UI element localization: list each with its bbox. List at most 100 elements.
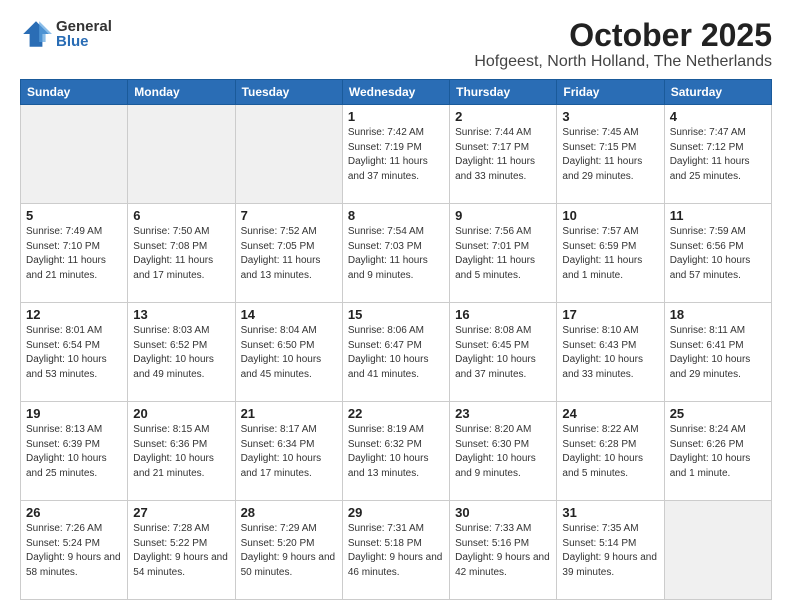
calendar-cell-w5-d5: 30 Sunrise: 7:33 AMSunset: 5:16 PMDaylig…: [450, 501, 557, 600]
day-number: 29: [348, 505, 444, 520]
day-number: 9: [455, 208, 551, 223]
calendar-cell-w2-d4: 8 Sunrise: 7:54 AMSunset: 7:03 PMDayligh…: [342, 204, 449, 303]
day-info: Sunrise: 7:33 AMSunset: 5:16 PMDaylight:…: [455, 523, 550, 578]
day-info: Sunrise: 8:11 AMSunset: 6:41 PMDaylight:…: [670, 325, 751, 380]
day-info: Sunrise: 8:04 AMSunset: 6:50 PMDaylight:…: [241, 325, 322, 380]
day-number: 1: [348, 109, 444, 124]
day-number: 14: [241, 307, 337, 322]
logo-icon: [20, 18, 52, 50]
day-number: 8: [348, 208, 444, 223]
calendar-cell-w4-d7: 25 Sunrise: 8:24 AMSunset: 6:26 PMDaylig…: [664, 402, 771, 501]
day-info: Sunrise: 7:26 AMSunset: 5:24 PMDaylight:…: [26, 523, 121, 578]
calendar-cell-w3-d1: 12 Sunrise: 8:01 AMSunset: 6:54 PMDaylig…: [21, 303, 128, 402]
calendar-cell-w4-d3: 21 Sunrise: 8:17 AMSunset: 6:34 PMDaylig…: [235, 402, 342, 501]
day-info: Sunrise: 7:59 AMSunset: 6:56 PMDaylight:…: [670, 226, 751, 281]
day-number: 16: [455, 307, 551, 322]
day-info: Sunrise: 8:03 AMSunset: 6:52 PMDaylight:…: [133, 325, 214, 380]
calendar-cell-w4-d1: 19 Sunrise: 8:13 AMSunset: 6:39 PMDaylig…: [21, 402, 128, 501]
day-number: 18: [670, 307, 766, 322]
day-number: 13: [133, 307, 229, 322]
page: General Blue October 2025 Hofgeest, Nort…: [0, 0, 792, 612]
day-number: 15: [348, 307, 444, 322]
week-row-2: 5 Sunrise: 7:49 AMSunset: 7:10 PMDayligh…: [21, 204, 772, 303]
title-block: October 2025 Hofgeest, North Holland, Th…: [474, 18, 772, 71]
day-number: 27: [133, 505, 229, 520]
day-info: Sunrise: 7:28 AMSunset: 5:22 PMDaylight:…: [133, 523, 228, 578]
calendar-cell-w1-d3: [235, 105, 342, 204]
logo: General Blue: [20, 18, 112, 50]
day-info: Sunrise: 8:20 AMSunset: 6:30 PMDaylight:…: [455, 424, 536, 479]
day-number: 19: [26, 406, 122, 421]
day-number: 12: [26, 307, 122, 322]
header: General Blue October 2025 Hofgeest, Nort…: [20, 18, 772, 71]
calendar-cell-w2-d5: 9 Sunrise: 7:56 AMSunset: 7:01 PMDayligh…: [450, 204, 557, 303]
day-info: Sunrise: 8:06 AMSunset: 6:47 PMDaylight:…: [348, 325, 429, 380]
day-number: 26: [26, 505, 122, 520]
day-number: 10: [562, 208, 658, 223]
day-number: 25: [670, 406, 766, 421]
calendar-cell-w3-d7: 18 Sunrise: 8:11 AMSunset: 6:41 PMDaylig…: [664, 303, 771, 402]
header-thursday: Thursday: [450, 80, 557, 105]
day-number: 21: [241, 406, 337, 421]
calendar-cell-w5-d1: 26 Sunrise: 7:26 AMSunset: 5:24 PMDaylig…: [21, 501, 128, 600]
calendar-table: Sunday Monday Tuesday Wednesday Thursday…: [20, 79, 772, 600]
header-saturday: Saturday: [664, 80, 771, 105]
day-number: 31: [562, 505, 658, 520]
day-info: Sunrise: 8:13 AMSunset: 6:39 PMDaylight:…: [26, 424, 107, 479]
header-tuesday: Tuesday: [235, 80, 342, 105]
day-info: Sunrise: 8:22 AMSunset: 6:28 PMDaylight:…: [562, 424, 643, 479]
calendar-cell-w4-d4: 22 Sunrise: 8:19 AMSunset: 6:32 PMDaylig…: [342, 402, 449, 501]
calendar-cell-w1-d7: 4 Sunrise: 7:47 AMSunset: 7:12 PMDayligh…: [664, 105, 771, 204]
day-number: 30: [455, 505, 551, 520]
day-number: 22: [348, 406, 444, 421]
weekday-header-row: Sunday Monday Tuesday Wednesday Thursday…: [21, 80, 772, 105]
calendar-cell-w5-d2: 27 Sunrise: 7:28 AMSunset: 5:22 PMDaylig…: [128, 501, 235, 600]
day-info: Sunrise: 7:50 AMSunset: 7:08 PMDaylight:…: [133, 226, 213, 281]
day-info: Sunrise: 8:24 AMSunset: 6:26 PMDaylight:…: [670, 424, 751, 479]
header-wednesday: Wednesday: [342, 80, 449, 105]
calendar-cell-w4-d6: 24 Sunrise: 8:22 AMSunset: 6:28 PMDaylig…: [557, 402, 664, 501]
calendar-cell-w4-d2: 20 Sunrise: 8:15 AMSunset: 6:36 PMDaylig…: [128, 402, 235, 501]
day-info: Sunrise: 8:17 AMSunset: 6:34 PMDaylight:…: [241, 424, 322, 479]
day-number: 28: [241, 505, 337, 520]
calendar-cell-w1-d2: [128, 105, 235, 204]
calendar-cell-w5-d6: 31 Sunrise: 7:35 AMSunset: 5:14 PMDaylig…: [557, 501, 664, 600]
calendar-cell-w3-d4: 15 Sunrise: 8:06 AMSunset: 6:47 PMDaylig…: [342, 303, 449, 402]
day-info: Sunrise: 7:29 AMSunset: 5:20 PMDaylight:…: [241, 523, 336, 578]
logo-text: General Blue: [56, 19, 112, 49]
day-number: 23: [455, 406, 551, 421]
day-number: 3: [562, 109, 658, 124]
calendar-cell-w5-d4: 29 Sunrise: 7:31 AMSunset: 5:18 PMDaylig…: [342, 501, 449, 600]
calendar-cell-w1-d4: 1 Sunrise: 7:42 AMSunset: 7:19 PMDayligh…: [342, 105, 449, 204]
calendar-cell-w5-d7: [664, 501, 771, 600]
day-info: Sunrise: 7:42 AMSunset: 7:19 PMDaylight:…: [348, 127, 428, 182]
day-number: 11: [670, 208, 766, 223]
day-info: Sunrise: 7:44 AMSunset: 7:17 PMDaylight:…: [455, 127, 535, 182]
day-info: Sunrise: 7:31 AMSunset: 5:18 PMDaylight:…: [348, 523, 443, 578]
day-number: 24: [562, 406, 658, 421]
logo-general-text: General: [56, 19, 112, 34]
calendar-cell-w2-d6: 10 Sunrise: 7:57 AMSunset: 6:59 PMDaylig…: [557, 204, 664, 303]
day-info: Sunrise: 8:15 AMSunset: 6:36 PMDaylight:…: [133, 424, 214, 479]
logo-blue-text: Blue: [56, 34, 112, 49]
day-info: Sunrise: 8:19 AMSunset: 6:32 PMDaylight:…: [348, 424, 429, 479]
calendar-cell-w2-d7: 11 Sunrise: 7:59 AMSunset: 6:56 PMDaylig…: [664, 204, 771, 303]
calendar-title: October 2025: [474, 18, 772, 53]
calendar-cell-w1-d6: 3 Sunrise: 7:45 AMSunset: 7:15 PMDayligh…: [557, 105, 664, 204]
day-info: Sunrise: 7:56 AMSunset: 7:01 PMDaylight:…: [455, 226, 535, 281]
day-number: 2: [455, 109, 551, 124]
day-info: Sunrise: 7:49 AMSunset: 7:10 PMDaylight:…: [26, 226, 106, 281]
calendar-cell-w1-d1: [21, 105, 128, 204]
day-number: 5: [26, 208, 122, 223]
day-number: 6: [133, 208, 229, 223]
calendar-subtitle: Hofgeest, North Holland, The Netherlands: [474, 53, 772, 71]
day-number: 20: [133, 406, 229, 421]
day-info: Sunrise: 7:45 AMSunset: 7:15 PMDaylight:…: [562, 127, 642, 182]
day-info: Sunrise: 8:08 AMSunset: 6:45 PMDaylight:…: [455, 325, 536, 380]
week-row-4: 19 Sunrise: 8:13 AMSunset: 6:39 PMDaylig…: [21, 402, 772, 501]
calendar-body: 1 Sunrise: 7:42 AMSunset: 7:19 PMDayligh…: [21, 105, 772, 600]
day-number: 7: [241, 208, 337, 223]
header-sunday: Sunday: [21, 80, 128, 105]
calendar-cell-w1-d5: 2 Sunrise: 7:44 AMSunset: 7:17 PMDayligh…: [450, 105, 557, 204]
day-info: Sunrise: 7:57 AMSunset: 6:59 PMDaylight:…: [562, 226, 642, 281]
